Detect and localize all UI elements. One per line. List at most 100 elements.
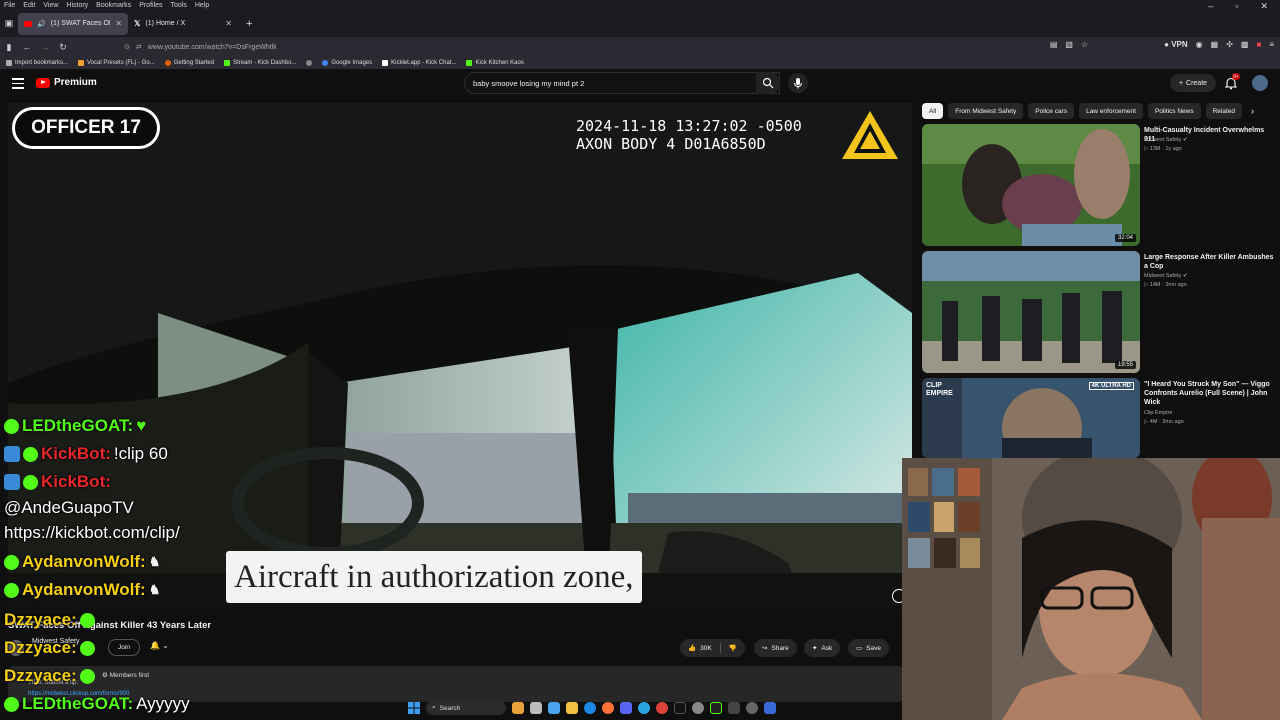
menu-profiles[interactable]: Profiles — [139, 2, 162, 9]
url-text[interactable]: www.youtube.com/watch?v=DsFrgeWhtlk — [148, 44, 277, 51]
tab-x[interactable]: 𝕏 (1) Home / X ✕ — [128, 13, 238, 35]
bookmark-vocal-presets[interactable]: Vocal Presets (FL) - Go... — [78, 60, 155, 66]
reload-icon[interactable]: ↻ — [54, 42, 72, 53]
forward-icon[interactable]: → — [36, 42, 54, 52]
chip-law-enforcement[interactable]: Law enforcement — [1079, 103, 1143, 119]
recommendation-meta: ▷ 13M · 1y ago — [1144, 146, 1182, 152]
voice-search-button[interactable] — [788, 73, 808, 93]
screenshot-icon[interactable]: ▧ — [1065, 40, 1073, 49]
youtube-logo[interactable]: Premium — [36, 77, 97, 88]
chip-all[interactable]: All — [922, 103, 944, 119]
address-bar[interactable]: ⊙ ⇄ www.youtube.com/watch?v=DsFrgeWhtlk — [124, 39, 1059, 55]
plus-icon: + — [1178, 79, 1184, 87]
chip-from-channel[interactable]: From Midwest Safety — [948, 103, 1024, 119]
chat-text: https://kickbot.com/clip/ — [4, 523, 180, 542]
close-tab-icon[interactable]: ✕ — [225, 19, 232, 28]
obs-icon[interactable] — [746, 702, 758, 714]
menu-view[interactable]: View — [43, 2, 58, 9]
share-button[interactable]: ↪ Share — [754, 639, 797, 657]
axon-logo-icon — [842, 111, 898, 159]
file-explorer-icon[interactable] — [566, 702, 578, 714]
back-icon[interactable]: ← — [18, 42, 36, 52]
chrome-icon[interactable] — [656, 702, 668, 714]
bookmark-star-icon[interactable]: ☆ — [1081, 40, 1088, 49]
like-count[interactable]: 30K — [700, 645, 712, 652]
vpn-button[interactable]: ● VPN — [1164, 40, 1188, 49]
widgets-icon[interactable] — [512, 702, 524, 714]
extension-badge-icon[interactable]: ▩ — [1241, 40, 1249, 49]
telegram-icon[interactable] — [638, 702, 650, 714]
app-menu-icon[interactable]: ≡ — [1269, 40, 1274, 49]
bookmark-google-images[interactable]: Google Images — [322, 60, 372, 66]
bookmark-label: Stream - Kick Dashbo... — [233, 60, 297, 66]
recommendation-title[interactable]: "I Heard You Struck My Son" — Viggo Conf… — [1144, 380, 1274, 407]
new-tab-button[interactable]: + — [246, 18, 252, 30]
site-info-icon[interactable]: ⊙ — [124, 43, 130, 51]
video-thumbnail[interactable]: CLIP EMPIRE 4K ULTRA HD — [922, 378, 1140, 458]
subscription-bell-icon[interactable]: 🔔 ⌄ — [150, 641, 169, 650]
sidebar-toggle-icon[interactable]: ▮ — [0, 42, 18, 53]
terminal-icon[interactable] — [710, 702, 722, 714]
chevron-right-icon[interactable]: › — [1251, 106, 1254, 116]
tiktok-icon[interactable] — [674, 702, 686, 714]
menu-edit[interactable]: Edit — [23, 2, 35, 9]
menu-history[interactable]: History — [66, 2, 88, 9]
taskbar-search[interactable]: ⌕ Search — [426, 701, 506, 715]
account-avatar[interactable] — [1252, 75, 1268, 91]
join-button[interactable]: Join — [108, 639, 140, 656]
ask-button[interactable]: ✦ Ask — [804, 639, 841, 657]
tab-youtube[interactable]: 🔊 (1) SWAT Faces Off Against ✕ — [18, 12, 128, 35]
copilot-icon[interactable] — [548, 702, 560, 714]
recommendation-card[interactable]: 19:55 Large Response After Killer Ambush… — [922, 251, 1276, 373]
recommendation-channel[interactable]: Midwest Safety ✔ — [1144, 273, 1187, 279]
task-view-icon[interactable] — [530, 702, 542, 714]
chip-politics-news[interactable]: Politics News — [1147, 103, 1201, 119]
bookmark-kick-kitchen[interactable]: Kick Kitchen Kaos — [466, 60, 524, 66]
thumbs-up-icon[interactable]: 👍 — [688, 644, 696, 652]
menu-tools[interactable]: Tools — [171, 2, 187, 9]
app-icon[interactable] — [728, 702, 740, 714]
speaker-icon[interactable]: 🔊 — [37, 20, 46, 28]
save-button[interactable]: ▭ Save — [848, 639, 889, 657]
chat-message: KickBot: — [4, 472, 111, 492]
reader-view-icon[interactable]: ▤ — [1050, 40, 1058, 49]
app-blue-icon[interactable] — [764, 702, 776, 714]
recommendation-card[interactable]: 32:04 Multi-Casualty Incident Overwhelms… — [922, 124, 1276, 246]
search-button[interactable] — [756, 72, 780, 94]
bookmark-getting-started[interactable]: Getting Started — [164, 60, 214, 66]
thumbs-down-icon[interactable]: 👎 — [729, 644, 737, 652]
menu-help[interactable]: Help — [195, 2, 209, 9]
recommendation-card[interactable]: CLIP EMPIRE 4K ULTRA HD "I Heard You Str… — [922, 378, 1276, 458]
extension-icon[interactable]: ▦ — [1211, 40, 1219, 49]
account-icon[interactable]: ◉ — [1196, 40, 1203, 49]
extension-red-icon[interactable]: ■ — [1256, 40, 1261, 49]
bookmark-import[interactable]: Import bookmarks... — [6, 60, 68, 66]
chip-related[interactable]: Related — [1205, 103, 1243, 119]
recommendation-title[interactable]: Large Response After Killer Ambushes a C… — [1144, 253, 1274, 271]
bookmark-kicklet[interactable]: Kicklet.app - Kick Chat... — [382, 60, 456, 66]
recommendation-channel[interactable]: Clip Empire — [1144, 410, 1172, 416]
video-thumbnail[interactable]: 19:55 — [922, 251, 1140, 373]
search-input[interactable] — [473, 78, 757, 88]
puzzle-extensions-icon[interactable]: ✣ — [1226, 40, 1233, 49]
menu-file[interactable]: File — [4, 2, 15, 9]
windows-start-icon[interactable] — [408, 702, 420, 714]
bookmark-kick-dashboard[interactable]: Stream - Kick Dashbo... — [224, 60, 296, 66]
subscriber-badge-icon — [4, 418, 19, 434]
discord-icon[interactable] — [620, 702, 632, 714]
search-box[interactable]: ✕ — [464, 72, 780, 94]
tab-list-icon[interactable]: ▣ — [0, 18, 18, 29]
settings-gear-icon[interactable] — [692, 702, 704, 714]
permissions-icon[interactable]: ⇄ — [136, 43, 142, 51]
firefox-icon[interactable] — [602, 702, 614, 714]
video-thumbnail[interactable]: 32:04 — [922, 124, 1140, 246]
edge-icon[interactable] — [584, 702, 596, 714]
bookmark-globe[interactable] — [306, 60, 313, 66]
recommendation-channel[interactable]: Midwest Safety ✔ — [1144, 137, 1187, 143]
chat-message: Dzzyace: — [4, 610, 95, 630]
hamburger-menu-icon[interactable] — [12, 78, 24, 89]
chip-police-cars[interactable]: Police cars — [1028, 103, 1075, 119]
close-tab-icon[interactable]: ✕ — [115, 19, 122, 28]
create-button[interactable]: + Create — [1170, 74, 1216, 92]
menu-bookmarks[interactable]: Bookmarks — [96, 2, 131, 9]
